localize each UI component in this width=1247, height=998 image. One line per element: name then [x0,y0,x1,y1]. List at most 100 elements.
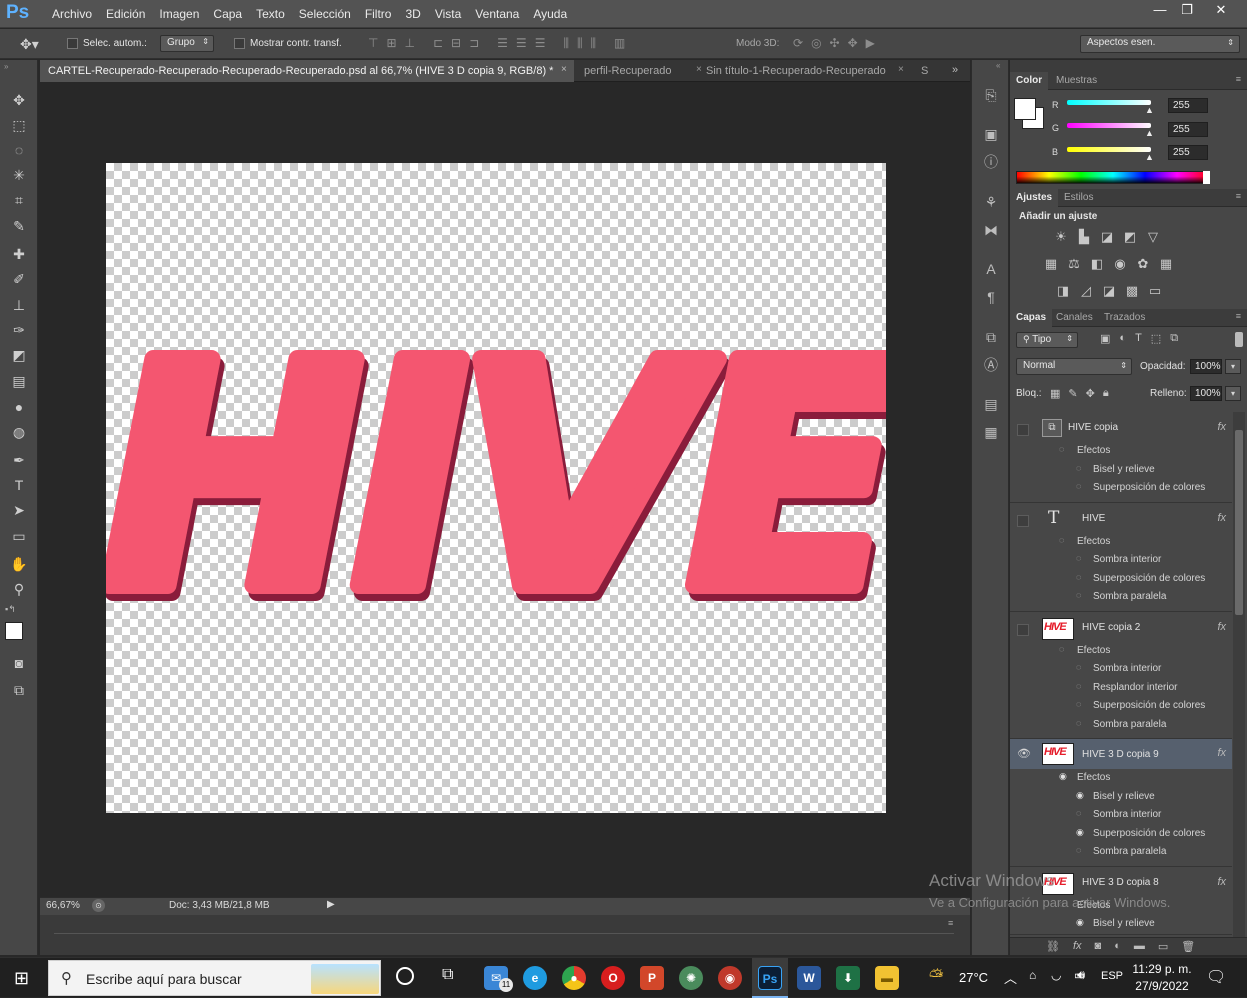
layer-visibility-toggle[interactable] [1017,424,1029,436]
effect-visibility-icon[interactable]: ◌ [1076,699,1081,709]
color-balance-icon[interactable]: ⚖ [1065,255,1083,273]
layer-item[interactable]: T HIVE fx ◌ Efectos ◌ Sombra interior ◌ Sup… [1010,507,1232,612]
tab-canales[interactable]: Canales [1050,309,1099,327]
workspace-dropdown[interactable]: Aspectos esen. ⇕ [1080,35,1240,53]
filter-shape-icon[interactable]: ⬚ [1151,332,1161,345]
align-bottom-icon[interactable]: ⊥ [405,36,415,51]
selective-color-icon[interactable]: ▭ [1146,282,1164,300]
tab-s[interactable]: S [913,60,937,82]
clone-source-icon[interactable]: ⧉ [980,326,1002,348]
slide-3d-icon[interactable]: ✥ [848,36,858,50]
layer-name[interactable]: HIVE copia 2 [1082,622,1140,633]
invert-icon[interactable]: ◨ [1054,282,1072,300]
effect-name[interactable]: Resplandor interior [1093,682,1178,693]
effect-name[interactable]: Superposición de colores [1093,573,1205,584]
slider-thumb-icon[interactable]: ▲ [1145,128,1154,138]
effect-visibility-icon[interactable]: ◌ [1076,662,1081,672]
layer-fx-icon[interactable]: fx [1217,621,1226,633]
layer-name[interactable]: HIVE copia [1068,422,1118,433]
stamp-tool-icon[interactable]: ⊥ [7,294,31,316]
slider-thumb-icon[interactable]: ▲ [1145,152,1154,162]
channel-r-slider[interactable] [1067,100,1151,105]
layer-visibility-toggle[interactable] [1017,623,1029,636]
align-vcenter-icon[interactable]: ⊞ [386,36,396,51]
close-tab-icon[interactable]: × [898,64,904,75]
effect-visibility-icon[interactable]: ◌ [1076,553,1081,563]
effect-name[interactable]: Bisel y relieve [1093,791,1155,802]
effects-visibility-icon[interactable]: ◌ [1059,444,1064,454]
distribute-top-icon[interactable]: ☰ [497,36,508,51]
distribute-hcenter-icon[interactable]: ⫼ [577,36,583,51]
move-tool-icon[interactable]: ✥ [7,89,31,111]
align-left-icon[interactable]: ⊏ [433,36,443,51]
posterize-icon[interactable]: ◿ [1077,282,1095,300]
tab-perfil[interactable]: perfil-Recuperado [576,60,706,82]
effects-visibility-icon[interactable]: ◌ [1059,535,1064,545]
tab-capas[interactable]: Capas [1010,309,1053,327]
align-hcenter-icon[interactable]: ⊟ [451,36,461,51]
tab-trazados[interactable]: Trazados [1098,309,1151,327]
filter-toggle[interactable] [1235,332,1243,347]
adjust-panel-menu-icon[interactable]: ≡ [1236,191,1241,201]
lock-transparency-icon[interactable]: ▦ [1050,387,1060,400]
file-explorer-icon[interactable]: ▬ [875,966,899,990]
history-brush-icon[interactable]: ✑ [7,319,31,341]
shape-tool-icon[interactable]: ▭ [7,525,31,547]
type-tool-icon[interactable]: T [7,474,31,496]
paragraph-panel-icon[interactable]: ¶ [980,286,1002,308]
tab-ajustes[interactable]: Ajustes [1010,189,1059,207]
dodge-tool-icon[interactable]: ◍ [7,421,31,443]
notes-panel-icon[interactable]: ▤ [980,393,1002,415]
filter-pixel-icon[interactable]: ▣ [1100,332,1110,345]
layer-name[interactable]: HIVE 3 D copia 8 [1082,877,1159,888]
brush-tool-icon[interactable]: ✐ [7,268,31,290]
vibrance-icon[interactable]: ▽ [1144,228,1162,246]
effect-name[interactable]: Sombra paralela [1093,846,1166,857]
task-view-icon[interactable]: ⧉ [442,966,453,984]
menu-texto[interactable]: Texto [249,7,292,21]
effect-visibility-icon[interactable]: ◌ [1076,845,1081,855]
layer-item[interactable]: HIVE HIVE copia 2 fx ◌ Efectos ◌ Sombra in… [1010,616,1232,739]
language-indicator[interactable]: ESP [1101,970,1123,982]
filter-type-icon[interactable]: T [1135,332,1142,345]
lock-all-icon[interactable]: 🔒︎ [1103,387,1109,400]
document-canvas[interactable]: HIVE [94,163,915,813]
effect-eye-icon[interactable]: ◉ [1076,917,1084,928]
gradient-map-icon[interactable]: ▩ [1123,282,1141,300]
move-tool-icon[interactable]: ✥▾ [20,36,39,53]
actions-panel-icon[interactable]: ▣ [980,123,1002,145]
more-tabs-icon[interactable]: » [952,64,958,76]
photo-filter-icon[interactable]: ◉ [1111,255,1129,273]
paint-icon[interactable]: ✺ [679,966,703,990]
layer-fx-icon[interactable]: fx [1217,512,1226,524]
volume-icon[interactable]: 🔊︎ [1077,967,1085,983]
new-group-icon[interactable]: ▬ [1134,940,1145,953]
menu-imagen[interactable]: Imagen [152,7,206,21]
edge-icon[interactable]: e [523,966,547,990]
restore-button[interactable]: ❐ [1170,0,1204,22]
clock-time[interactable]: 11:29 p. m. [1132,962,1192,976]
effect-visibility-icon[interactable]: ◌ [1076,481,1081,491]
menu-edicion[interactable]: Edición [99,7,152,21]
layer-comps-icon[interactable]: ▦ [980,421,1002,443]
zoom-level[interactable]: 66,67% [46,900,80,911]
hand-tool-icon[interactable]: ✋ [7,553,31,575]
collapse-strip-icon[interactable]: « [996,61,1000,70]
effect-visibility-icon[interactable]: ◌ [1076,718,1081,728]
healing-brush-icon[interactable]: ✚ [7,243,31,265]
close-button[interactable]: ✕ [1204,0,1238,22]
menu-capa[interactable]: Capa [206,7,249,21]
menu-seleccion[interactable]: Selección [292,7,358,21]
new-adjustment-icon[interactable]: ◐ [1114,940,1121,953]
effects-eye-icon[interactable]: ◉ [1059,771,1067,782]
eyedropper-icon[interactable]: ✎ [7,215,31,237]
effect-visibility-icon[interactable]: ◌ [1076,681,1081,691]
weather-icon[interactable]: ⛅︎ [929,966,943,987]
effect-name[interactable]: Sombra paralela [1093,719,1166,730]
color-spectrum-ramp[interactable] [1016,171,1210,184]
panel-menu-icon[interactable]: ≡ [948,918,953,928]
close-tab-icon[interactable]: × [561,64,567,75]
path-selection-icon[interactable]: ➤ [7,499,31,521]
gradient-tool-icon[interactable]: ▤ [7,370,31,392]
tab-cartel[interactable]: CARTEL-Recuperado-Recuperado-Recuperado-… [40,60,574,82]
